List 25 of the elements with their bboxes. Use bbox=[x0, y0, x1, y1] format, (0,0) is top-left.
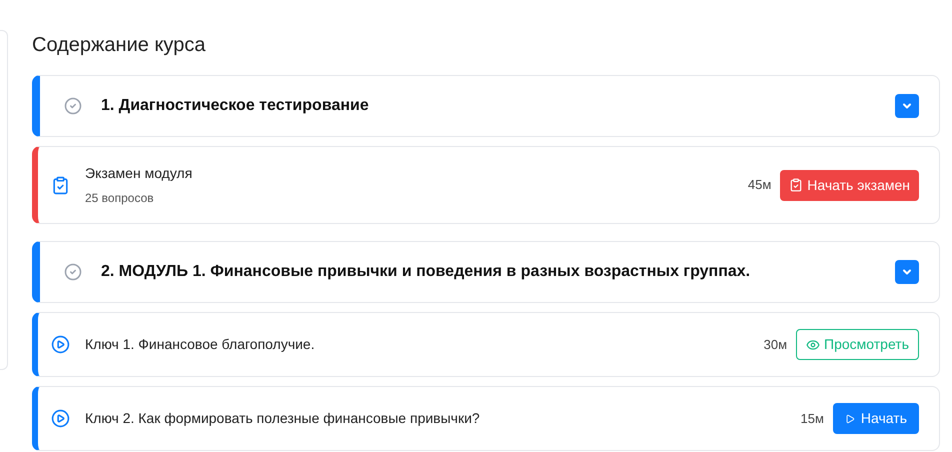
module-title: 1. Диагностическое тестирование bbox=[101, 96, 370, 116]
view-button[interactable]: Просмотреть bbox=[796, 329, 919, 360]
start-exam-button[interactable]: Начать экзамен bbox=[780, 170, 919, 200]
item-title: Экзамен модуля bbox=[85, 164, 194, 183]
duration: 30м bbox=[764, 336, 788, 354]
eye-icon bbox=[806, 338, 820, 352]
item-title: Ключ 2. Как формировать полезные финансовые привычки? bbox=[85, 409, 481, 428]
start-button[interactable]: Начать bbox=[832, 403, 919, 434]
check-circle-icon bbox=[64, 263, 82, 281]
expand-button[interactable] bbox=[895, 94, 919, 118]
clipboard-icon bbox=[51, 176, 70, 194]
module-header[interactable]: 2. МОДУЛЬ 1. Финансовые привычки и поведения в разных возрастных группах. bbox=[32, 241, 940, 303]
play-circle-icon bbox=[51, 335, 70, 354]
expand-button[interactable] bbox=[895, 260, 919, 284]
play-icon bbox=[844, 414, 855, 424]
duration: 15м bbox=[800, 410, 824, 428]
play-circle-icon bbox=[51, 409, 70, 428]
item-title: Ключ 1. Финансовое благополучие. bbox=[85, 335, 316, 354]
clipboard-icon bbox=[789, 178, 804, 192]
duration: 45м bbox=[748, 176, 772, 194]
module-header[interactable]: 1. Диагностическое тестирование bbox=[32, 75, 940, 137]
check-circle-icon bbox=[64, 97, 82, 115]
module-title: 2. МОДУЛЬ 1. Финансовые привычки и поведения в разных возрастных группах. bbox=[101, 262, 752, 282]
section-heading: Содержание курса bbox=[32, 33, 206, 58]
item-subtitle: 25 вопросов bbox=[85, 190, 155, 207]
